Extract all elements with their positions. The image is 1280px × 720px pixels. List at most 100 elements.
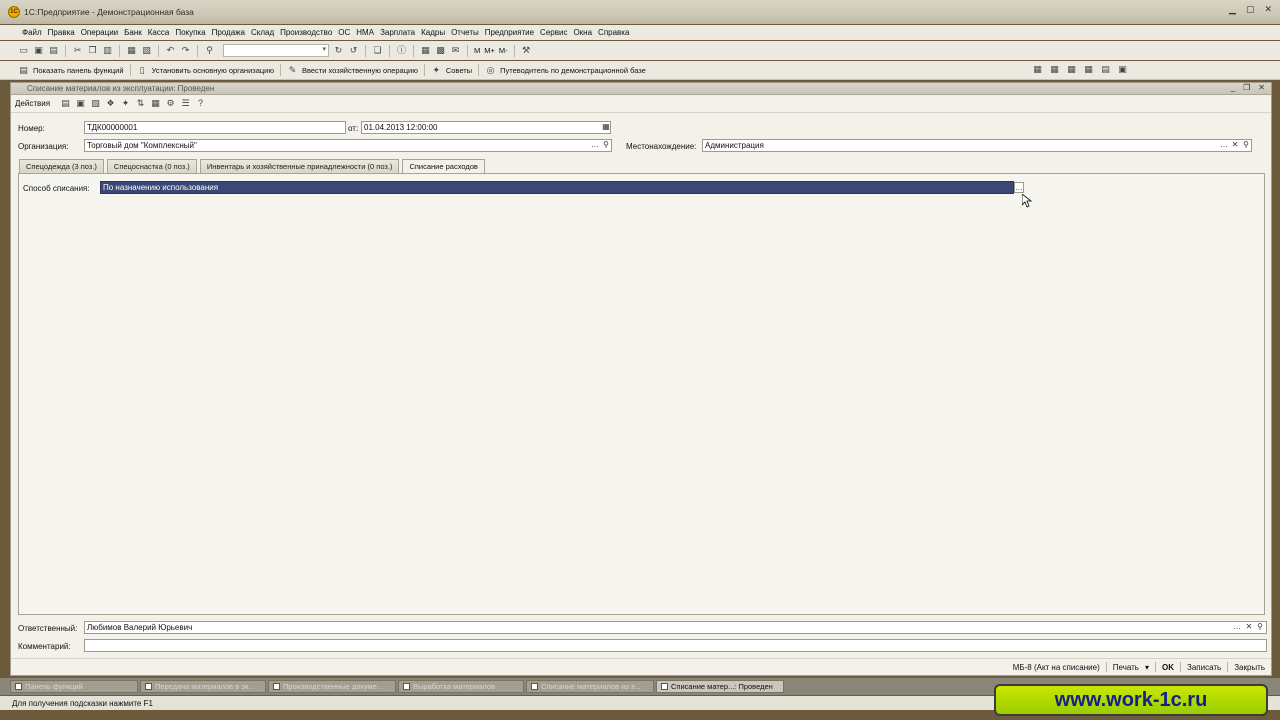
info-icon[interactable]: ⓘ (396, 45, 407, 56)
responsible-select-button[interactable]: … (1232, 622, 1242, 633)
ok-button[interactable]: OK (1162, 663, 1174, 672)
tips-button[interactable]: Советы (446, 66, 472, 75)
location-search-icon[interactable]: ⚲ (1241, 140, 1251, 151)
demo-guide-button[interactable]: Путеводитель по демонстрационной базе (500, 66, 646, 75)
list-icon[interactable]: ☰ (180, 98, 191, 109)
comment-field[interactable] (84, 639, 1267, 652)
windows-icon[interactable]: ❏ (372, 45, 383, 56)
menu-intangibles[interactable]: НМА (356, 28, 374, 37)
search-input[interactable] (223, 44, 329, 57)
tab-workwear[interactable]: Спецодежда (3 поз.) (19, 159, 104, 173)
menu-hr[interactable]: Кадры (421, 28, 445, 37)
doc-close-icon[interactable]: ✕ (1258, 83, 1265, 92)
taskbar-item[interactable]: Списание материалов из э... (526, 680, 654, 693)
date-field[interactable]: 01.04.2013 12:00:00 (361, 121, 611, 134)
memory-plus-button[interactable]: M+ (484, 46, 495, 55)
writeoff-method-field[interactable]: По назначению использования (100, 181, 1014, 194)
number-field[interactable]: ТДК00000001 (84, 121, 346, 134)
tab-special-equipment[interactable]: Спецоснастка (0 поз.) (106, 159, 197, 173)
menu-salary[interactable]: Зарплата (380, 28, 415, 37)
tab-expense-writeoff[interactable]: Списание расходов (402, 159, 485, 173)
panel-2-icon[interactable]: ▦ (1049, 64, 1060, 75)
menu-service[interactable]: Сервис (540, 28, 567, 37)
dt-kt-icon[interactable]: ⇅ (135, 98, 146, 109)
panel-5-icon[interactable]: ▤ (1100, 64, 1111, 75)
refresh-icon[interactable]: ▧ (90, 98, 101, 109)
copy-doc-icon[interactable]: ▣ (75, 98, 86, 109)
print-menu-button[interactable]: Печать (1113, 663, 1139, 672)
maximize-icon[interactable]: ▢ (1246, 4, 1255, 15)
menu-help[interactable]: Справка (598, 28, 629, 37)
tools-icon[interactable]: ⚒ (521, 45, 532, 56)
paste-icon[interactable]: ▥ (102, 45, 113, 56)
save-button[interactable]: Записать (1187, 663, 1221, 672)
post-icon[interactable]: ▤ (60, 98, 71, 109)
organization-field[interactable]: Торговый дом "Комплексный" (84, 139, 612, 152)
calculator-icon[interactable]: ▦ (420, 45, 431, 56)
menu-bank[interactable]: Банк (124, 28, 142, 37)
org-search-icon[interactable]: ⚲ (601, 140, 611, 151)
enter-operation-button[interactable]: Ввести хозяйственную операцию (302, 66, 418, 75)
help-icon[interactable]: ? (195, 98, 206, 109)
copy-icon[interactable]: ❐ (87, 45, 98, 56)
structure-icon[interactable]: ❖ (105, 98, 116, 109)
search-icon[interactable]: ⚲ (204, 45, 215, 56)
find-prev-icon[interactable]: ↺ (348, 45, 359, 56)
calendar-icon[interactable]: ▩ (435, 45, 446, 56)
panel-4-icon[interactable]: ▦ (1083, 64, 1094, 75)
taskbar-item-active[interactable]: Списание матер...: Проведен (656, 680, 784, 693)
open-folder-icon[interactable]: ▣ (33, 45, 44, 56)
panel-3-icon[interactable]: ▦ (1066, 64, 1077, 75)
responsible-clear-icon[interactable]: ✕ (1244, 622, 1254, 633)
actions-menu[interactable]: Действия (15, 99, 50, 108)
memory-button[interactable]: M (474, 46, 480, 55)
show-function-panel-button[interactable]: Показать панель функций (33, 66, 124, 75)
org-select-button[interactable]: … (590, 140, 600, 151)
menu-file[interactable]: Файл (22, 28, 42, 37)
based-on-icon[interactable]: ✦ (120, 98, 131, 109)
calendar-icon[interactable]: ▦ (601, 122, 611, 133)
mail-icon[interactable]: ✉ (450, 45, 461, 56)
panel-1-icon[interactable]: ▦ (1032, 64, 1043, 75)
menu-edit[interactable]: Правка (48, 28, 75, 37)
redo-icon[interactable]: ↷ (180, 45, 191, 56)
menu-sales[interactable]: Продажа (212, 28, 245, 37)
minimize-icon[interactable]: ▁ (1229, 4, 1236, 15)
doc-restore-icon[interactable]: ❐ (1243, 83, 1250, 92)
responsible-field[interactable]: Любимов Валерий Юрьевич (84, 621, 1267, 634)
location-clear-icon[interactable]: ✕ (1230, 140, 1240, 151)
save-icon[interactable]: ▤ (48, 45, 59, 56)
memory-minus-button[interactable]: M- (499, 46, 508, 55)
location-field[interactable]: Администрация (702, 139, 1252, 152)
panel-6-icon[interactable]: ▣ (1117, 64, 1128, 75)
settings-icon[interactable]: ⚙ (165, 98, 176, 109)
doc-minimize-icon[interactable]: _ (1231, 83, 1235, 92)
menu-fixed-assets[interactable]: ОС (338, 28, 350, 37)
movements-icon[interactable]: ▦ (150, 98, 161, 109)
tab-inventory[interactable]: Инвентарь и хозяйственные принадлежности… (199, 159, 400, 173)
writeoff-method-select-button[interactable]: … (1014, 182, 1024, 193)
menu-windows[interactable]: Окна (573, 28, 592, 37)
print-icon[interactable]: ▦ (126, 45, 137, 56)
preview-icon[interactable]: ▧ (141, 45, 152, 56)
undo-icon[interactable]: ↶ (165, 45, 176, 56)
menu-reports[interactable]: Отчеты (451, 28, 479, 37)
mb8-print-button[interactable]: МБ-8 (Акт на списание) (1013, 663, 1100, 672)
menu-purchase[interactable]: Покупка (175, 28, 205, 37)
menu-cash[interactable]: Касса (148, 28, 170, 37)
taskbar-item[interactable]: Производственные докуме... (268, 680, 396, 693)
taskbar-item[interactable]: Выработка материалов (398, 680, 524, 693)
close-icon[interactable]: ✕ (1264, 4, 1272, 15)
print-dropdown-icon[interactable]: ▾ (1145, 663, 1149, 672)
close-button[interactable]: Закрыть (1234, 663, 1265, 672)
responsible-search-icon[interactable]: ⚲ (1255, 622, 1265, 633)
taskbar-item[interactable]: Панель функций (10, 680, 138, 693)
new-document-icon[interactable]: ▭ (18, 45, 29, 56)
find-next-icon[interactable]: ↻ (333, 45, 344, 56)
cut-icon[interactable]: ✂ (72, 45, 83, 56)
menu-enterprise[interactable]: Предприятие (485, 28, 534, 37)
menu-warehouse[interactable]: Склад (251, 28, 274, 37)
menu-operations[interactable]: Операции (81, 28, 118, 37)
menu-production[interactable]: Производство (280, 28, 332, 37)
taskbar-item[interactable]: Передача материалов в эк... (140, 680, 266, 693)
